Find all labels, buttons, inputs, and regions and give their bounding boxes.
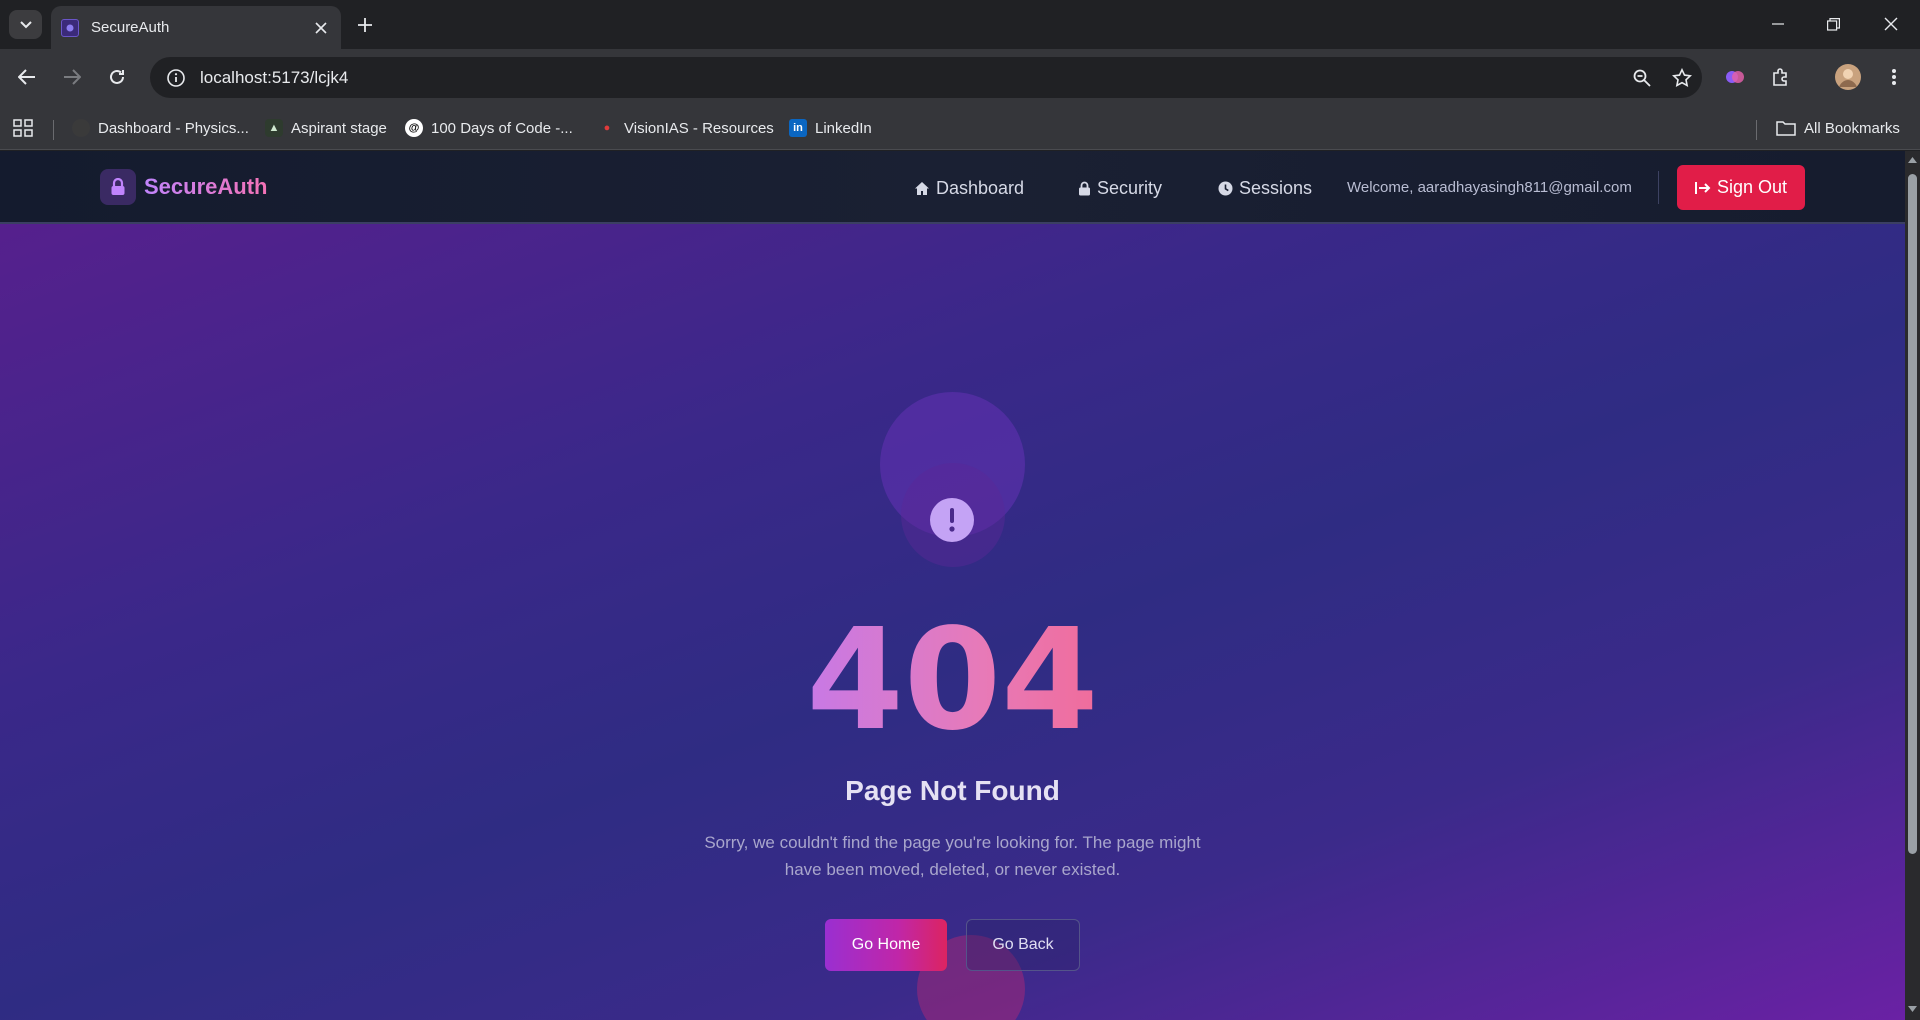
all-bookmarks-button[interactable]: All Bookmarks — [1776, 116, 1900, 140]
bookmark-label: Dashboard - Physics... — [98, 119, 249, 137]
nav-link-security[interactable]: Security — [1078, 173, 1162, 203]
bookmark-item[interactable]: @ 100 Days of Code -... — [405, 116, 573, 140]
minimize-button[interactable] — [1755, 8, 1801, 40]
ai-extension-icon[interactable] — [1718, 60, 1752, 94]
new-tab-button[interactable] — [350, 10, 380, 40]
error-title: Page Not Found — [845, 775, 1060, 806]
lock-icon — [1079, 181, 1090, 195]
tab-strip: SecureAuth — [0, 0, 1920, 49]
folder-icon — [1776, 121, 1796, 136]
bookmark-star-icon[interactable] — [1662, 57, 1702, 98]
tab-title: SecureAuth — [91, 19, 170, 36]
zoom-icon[interactable] — [1622, 57, 1662, 98]
restore-icon — [1826, 17, 1840, 31]
site-info-icon[interactable] — [154, 57, 198, 98]
scroll-thumb[interactable] — [1908, 174, 1917, 854]
bookmarks-divider — [1756, 120, 1757, 140]
reload-button[interactable] — [100, 60, 134, 94]
nav-link-dashboard[interactable]: Dashboard — [914, 173, 1024, 203]
bookmark-item[interactable]: ▲ Aspirant stage — [265, 116, 387, 140]
clock-icon — [1218, 181, 1233, 195]
visionias-icon: ● — [603, 122, 611, 134]
bookmarks-divider — [53, 120, 54, 140]
plus-icon — [358, 18, 372, 32]
url-text[interactable]: localhost:5173/lcjk4 — [200, 68, 1622, 88]
close-tab-icon[interactable] — [307, 14, 335, 42]
bookmark-item[interactable]: Dashboard - Physics... — [72, 116, 249, 140]
sign-out-label: Sign Out — [1716, 177, 1788, 197]
person-icon: ▲ — [265, 119, 283, 137]
browser-toolbar: localhost:5173/lcjk4 — [0, 49, 1920, 106]
restore-button[interactable] — [1810, 8, 1856, 40]
browser-tab[interactable]: SecureAuth — [51, 6, 341, 49]
nav-link-label: Security — [1097, 177, 1163, 198]
page-viewport: SecureAuth Dashboard Security Sessions W… — [0, 151, 1905, 1020]
go-home-button[interactable]: Go Home — [825, 919, 947, 971]
bookmark-label: Aspirant stage — [291, 119, 387, 137]
bookmark-item[interactable]: ● VisionIAS - Resources — [598, 116, 774, 140]
error-message: Sorry, we couldn't find the page you're … — [704, 833, 1201, 879]
close-window-button[interactable] — [1868, 8, 1914, 40]
chevron-down-icon — [19, 20, 32, 28]
minimize-icon — [1772, 23, 1784, 25]
bookmarks-bar: Dashboard - Physics... ▲ Aspirant stage … — [0, 106, 1920, 150]
tab-search-button[interactable] — [9, 10, 42, 39]
nav-link-sessions[interactable]: Sessions — [1218, 173, 1312, 203]
back-button[interactable] — [10, 60, 44, 94]
profile-avatar[interactable] — [1831, 60, 1865, 94]
address-bar[interactable]: localhost:5173/lcjk4 — [150, 57, 1702, 98]
sign-out-icon — [1694, 181, 1711, 194]
welcome-text: Welcome, aaradhayasingh811@gmail.com — [1347, 179, 1632, 196]
bookmark-item[interactable]: in LinkedIn — [789, 116, 872, 140]
nav-link-label: Sessions — [1239, 177, 1313, 198]
arrow-right-icon — [64, 69, 81, 85]
apps-grid-icon[interactable] — [13, 116, 33, 140]
app-navbar: SecureAuth Dashboard Security Sessions W… — [0, 151, 1905, 224]
go-back-button[interactable]: Go Back — [966, 919, 1080, 971]
error-code: 404 — [0, 611, 1905, 751]
scroll-down-icon[interactable] — [1907, 1004, 1918, 1014]
lock-logo-icon — [100, 169, 136, 205]
sign-out-button[interactable]: Sign Out — [1677, 165, 1805, 210]
extensions-icon[interactable] — [1764, 60, 1798, 94]
forward-button[interactable] — [55, 60, 89, 94]
favicon-icon — [61, 18, 79, 37]
close-icon — [1884, 17, 1898, 31]
menu-kebab-icon[interactable] — [1877, 60, 1911, 94]
error-code-text: 404 — [806, 599, 1099, 762]
reload-icon — [110, 69, 124, 84]
home-icon — [915, 181, 929, 195]
globe-icon — [72, 119, 90, 137]
bookmark-label: VisionIAS - Resources — [624, 119, 774, 137]
scroll-up-icon[interactable] — [1907, 155, 1918, 165]
bookmark-label: LinkedIn — [815, 119, 872, 137]
all-bookmarks-label: All Bookmarks — [1804, 119, 1900, 137]
bookmark-label: 100 Days of Code -... — [431, 119, 573, 137]
spiral-icon: @ — [405, 119, 423, 137]
nav-link-label: Dashboard — [936, 177, 1025, 198]
exclamation-icon — [930, 498, 974, 542]
arrow-left-icon — [18, 69, 35, 85]
brand-name[interactable]: SecureAuth — [144, 174, 267, 200]
nav-divider — [1658, 171, 1659, 204]
page-scrollbar[interactable] — [1905, 151, 1920, 1020]
linkedin-icon: in — [789, 119, 807, 137]
